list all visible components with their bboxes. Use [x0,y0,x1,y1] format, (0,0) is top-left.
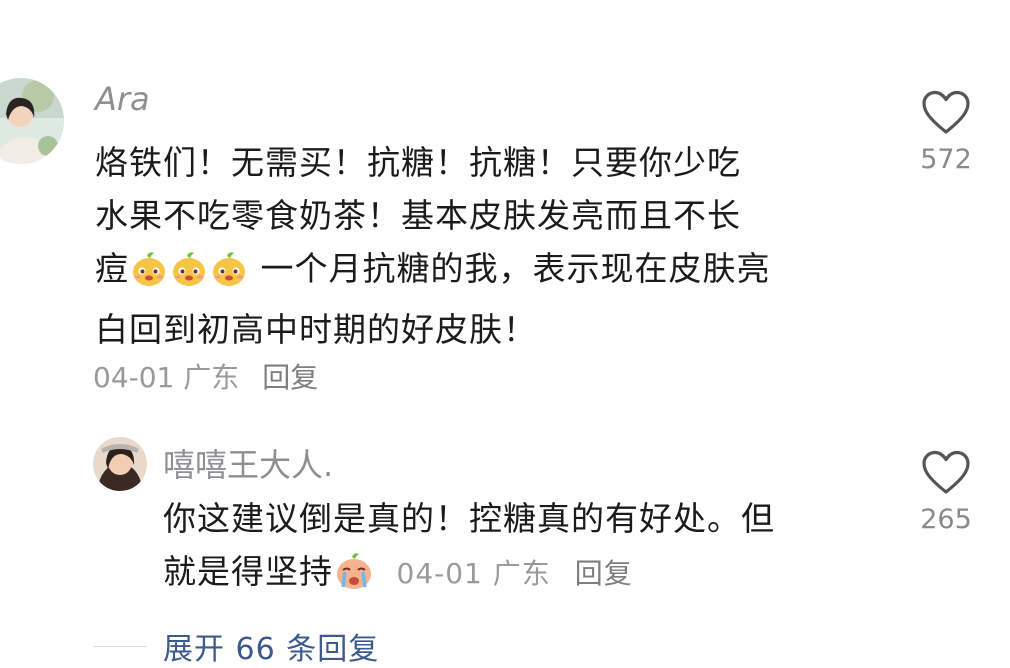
comment-text-line-3-end: 一个月抗糖的我，表示现在皮肤亮 [249,249,771,288]
reply-text-line-1: 你这建议倒是真的！控糖真的有好处。但 [163,499,775,538]
expand-replies-link[interactable]: 展开 66 条回复 [163,624,379,668]
comment-location: 广东 [183,361,240,394]
reply-text: 你这建议倒是真的！控糖真的有好处。但 就是得坚持 04-01 广东 回复 [163,492,883,606]
heart-icon[interactable] [921,90,971,136]
comment-text-line-3-start: 痘 [95,249,129,288]
reply-like-button[interactable]: 265 [906,450,986,535]
reply-meta: 04-01 广东 回复 [397,557,633,590]
comment-text-line-3: 痘 一个月抗糖的我，表示现在皮肤亮 [95,242,885,303]
cheeky-orange-emoji-icon [210,250,248,303]
comment-meta: 04-01 广东 回复 [93,356,318,396]
comment-date: 04-01 [93,361,175,394]
comment-like-button[interactable]: 572 [906,90,986,175]
divider [93,646,147,647]
avatar[interactable] [0,78,64,164]
crying-orange-emoji-icon [334,551,374,606]
comment-reply-button[interactable]: 回复 [262,361,318,394]
reply-location: 广东 [492,557,551,590]
comment-text-line-1: 烙铁们！无需买！抗糖！抗糖！只要你少吃 [95,143,741,182]
reply-like-count: 265 [920,504,972,535]
comment-username[interactable]: Ara [95,80,150,118]
reply-username[interactable]: 嘻嘻王大人. [163,440,333,486]
cheeky-orange-emoji-icon [130,250,168,303]
comment-text-line-2: 水果不吃零食奶茶！基本皮肤发亮而且不长 [95,196,741,235]
cheeky-orange-emoji-icon [170,250,208,303]
reply-text-line-2-text: 就是得坚持 [163,552,333,591]
reply-text-line-2: 就是得坚持 04-01 广东 回复 [163,545,883,606]
comment-text: 烙铁们！无需买！抗糖！抗糖！只要你少吃 水果不吃零食奶茶！基本皮肤发亮而且不长 … [95,136,885,356]
comment-text-line-4: 白回到初高中时期的好皮肤！ [95,310,537,349]
heart-icon[interactable] [921,450,971,496]
reply-reply-button[interactable]: 回复 [575,557,633,590]
reply-date: 04-01 [396,557,483,590]
reply-avatar[interactable] [93,437,147,491]
comment-like-count: 572 [920,144,972,175]
